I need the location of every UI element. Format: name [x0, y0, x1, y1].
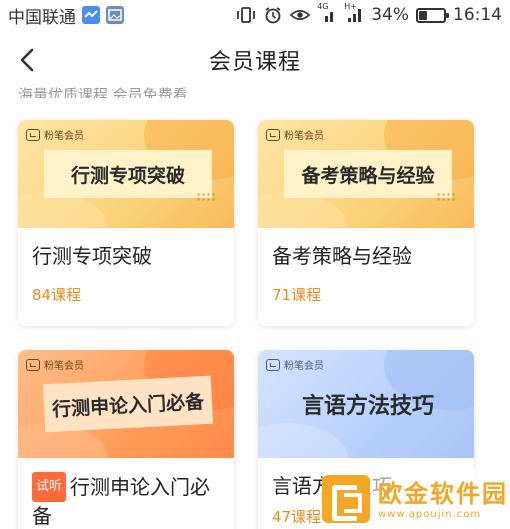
vibrate-icon [236, 6, 256, 24]
brand-label: 粉笔会员 [44, 131, 84, 142]
chevron-left-icon [20, 48, 34, 72]
signal-4g-label: 4G [317, 2, 329, 11]
brand-logo-icon [26, 128, 40, 141]
battery-percent: 34% [371, 5, 409, 25]
eye-icon [290, 6, 311, 24]
signal-h-plus-icon: H+ [344, 2, 364, 24]
gallery-icon [106, 6, 124, 24]
brand-label: 粉笔会员 [284, 361, 324, 372]
course-name-row: 试听 行测申论入门必备 [32, 472, 220, 529]
watermark: 欧金软件园 www.apoujin.com [322, 469, 510, 529]
page-title: 会员课程 [208, 50, 301, 75]
brand-label: 粉笔会员 [284, 131, 324, 142]
watermark-logo-icon [322, 475, 370, 523]
battery-icon [416, 7, 449, 23]
watermark-url: www.apoujin.com [378, 508, 482, 520]
brand-logo-icon [266, 128, 280, 141]
course-count: 71课程 [272, 286, 322, 304]
watermark-title: 欧金软件园 [378, 479, 508, 508]
signal-h-plus-label: H+ [344, 2, 357, 11]
thumbnail-title: 行测申论入门必备 [42, 375, 214, 433]
course-count: 84课程 [32, 286, 82, 304]
course-thumbnail: 粉笔会员 言语方法技巧 [258, 350, 474, 458]
brand-badge: 粉笔会员 [266, 357, 324, 372]
carrier-name: 中国联通 [8, 7, 76, 28]
course-thumbnail: 粉笔会员 行测专项突破 [18, 120, 234, 228]
course-thumbnail: 粉笔会员 备考策略与经验 [258, 120, 474, 228]
brand-logo-icon [26, 358, 40, 371]
course-card[interactable]: 粉笔会员 行测申论入门必备 试听 行测申论入门必备 [18, 350, 234, 529]
course-name: 备考策略与经验 [272, 244, 412, 268]
course-card[interactable]: 粉笔会员 行测专项突破 行测专项突破 84课程 [18, 120, 234, 326]
page-subtitle-text: 海量优质课程,会员免费看 [18, 86, 188, 98]
brand-label: 粉笔会员 [44, 361, 84, 372]
brand-badge: 粉笔会员 [266, 127, 324, 142]
thumbnail-title: 备考策略与经验 [284, 150, 452, 198]
status-bar: 中国联通 4G H+ 34% 16:14 [0, 0, 510, 30]
signal-4g-icon: 4G [317, 2, 337, 24]
back-button[interactable] [12, 44, 44, 76]
page-subtitle: 海量优质课程,会员免费看 [18, 78, 498, 98]
course-thumbnail: 粉笔会员 行测申论入门必备 [18, 350, 234, 458]
battery-fill [419, 10, 428, 20]
brand-logo-icon [266, 358, 280, 371]
alarm-icon [263, 6, 283, 24]
brand-badge: 粉笔会员 [26, 127, 84, 142]
course-name: 行测专项突破 [32, 244, 152, 268]
brand-badge: 粉笔会员 [26, 357, 84, 372]
clock-time: 16:14 [453, 5, 502, 25]
course-card[interactable]: 粉笔会员 备考策略与经验 备考策略与经验 71课程 [258, 120, 474, 326]
trial-badge: 试听 [32, 472, 67, 502]
thumbnail-title: 行测专项突破 [44, 150, 212, 198]
app-notification-icon [82, 6, 100, 24]
thumbnail-title: 言语方法技巧 [301, 394, 434, 419]
